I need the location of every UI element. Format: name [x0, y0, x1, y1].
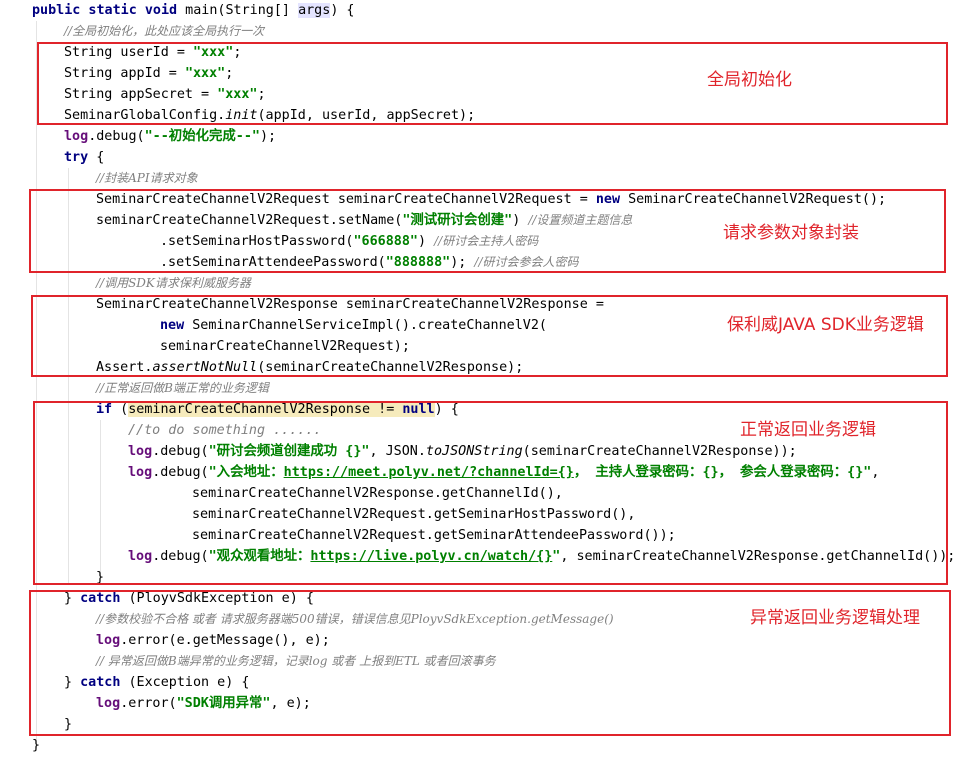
code-line: try {	[64, 150, 105, 165]
code-line: log.debug("--初始化完成--");	[64, 129, 277, 144]
code-comment: //封装API请求对象	[96, 171, 198, 185]
code-comment: //正常返回做B端正常的业务逻辑	[96, 381, 269, 395]
annotation-label-request-params: 请求参数对象封装	[723, 223, 859, 243]
annotation-label-exception-return: 异常返回业务逻辑处理	[750, 608, 920, 628]
annotation-label-normal-return: 正常返回业务逻辑	[740, 420, 876, 440]
code-line: }	[32, 738, 41, 753]
code-comment: //调用SDK请求保利威服务器	[96, 276, 251, 290]
annotation-label-sdk-logic: 保利威JAVA SDK业务逻辑	[727, 315, 924, 335]
annotation-box-sdk-logic	[31, 295, 948, 377]
code-line: public static void main(String[] args) {	[32, 3, 355, 18]
code-comment: //全局初始化，此处应该全局执行一次	[64, 24, 265, 38]
code-editor[interactable]: public static void main(String[] args) {…	[0, 0, 965, 759]
annotation-label-global-init: 全局初始化	[707, 70, 792, 90]
annotation-box-global-init	[37, 42, 948, 125]
